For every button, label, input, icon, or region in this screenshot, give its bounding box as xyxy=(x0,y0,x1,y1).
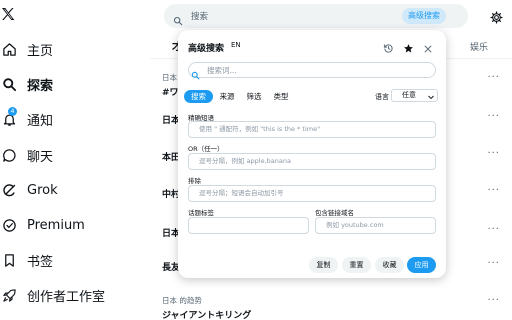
copy-button[interactable]: 复制 xyxy=(309,257,338,273)
exclude-label: 排除 xyxy=(188,177,201,185)
search-terms-placeholder: 搜索词... xyxy=(207,66,237,75)
home-icon xyxy=(0,40,18,58)
sidebar-item-label: Grok xyxy=(27,182,58,198)
sidebar-item-premium[interactable]: Premium xyxy=(0,213,140,237)
sidebar-item-chat[interactable]: 聊天 xyxy=(0,143,140,167)
x-logo-icon[interactable] xyxy=(0,6,18,24)
sidebar-item-grok[interactable]: Grok xyxy=(0,178,140,202)
chevron-down-icon xyxy=(428,93,434,100)
sidebar-item-explore[interactable]: 探索 xyxy=(0,72,140,96)
verified-icon xyxy=(0,216,18,234)
search-input[interactable]: 搜索 xyxy=(191,10,208,22)
sidebar-item-label: 通知 xyxy=(27,113,54,129)
bookmark-icon xyxy=(0,251,18,269)
rocket-icon xyxy=(0,286,18,304)
save-button[interactable]: 收藏 xyxy=(375,257,404,273)
grok-icon xyxy=(0,181,18,199)
search-icon xyxy=(191,65,200,80)
trend-item[interactable]: 日本 的趋势 ジャイアントキリング ··· xyxy=(162,295,512,320)
advanced-search-dialog: 高级搜索 EN 搜索词... 搜索 来源 筛选 类型 语言 任意 精确短语 使用… xyxy=(178,30,446,278)
tab-source[interactable]: 来源 xyxy=(215,90,239,103)
search-terms-input[interactable]: 搜索词... xyxy=(188,62,436,80)
sidebar-item-home[interactable]: 主页 xyxy=(0,37,140,61)
star-icon[interactable] xyxy=(403,39,415,53)
more-icon[interactable]: ··· xyxy=(487,224,500,235)
search-bar[interactable]: 搜索 高级搜索 xyxy=(164,4,468,28)
advanced-search-button[interactable]: 高级搜索 xyxy=(402,8,446,24)
sidebar-item-label: 创作者工作室 xyxy=(27,289,106,305)
search-icon xyxy=(173,11,183,26)
sidebar-item-label: Premium xyxy=(27,217,85,233)
tab-type[interactable]: 类型 xyxy=(269,90,293,103)
gear-icon[interactable] xyxy=(490,9,503,24)
close-icon[interactable] xyxy=(423,39,435,53)
sidebar-item-creator-studio[interactable]: 创作者工作室 xyxy=(0,283,140,307)
reset-button[interactable]: 重置 xyxy=(342,257,371,273)
sidebar-item-label: 聊天 xyxy=(27,149,54,165)
trend-meta: 日本 的趋势 xyxy=(162,296,202,305)
exclude-input[interactable]: 逗号分隔；短语会自动加引号 xyxy=(188,185,436,202)
history-icon[interactable] xyxy=(383,39,395,53)
sidebar-item-label: 主页 xyxy=(27,43,54,59)
more-icon[interactable]: ··· xyxy=(487,111,500,122)
dialog-title: 高级搜索 xyxy=(188,44,225,54)
more-icon[interactable]: ··· xyxy=(487,148,500,159)
more-icon[interactable]: ··· xyxy=(487,258,500,269)
trend-title: ジャイアントキリング xyxy=(162,311,252,320)
apply-button[interactable]: 应用 xyxy=(407,257,436,273)
language-toggle[interactable]: EN xyxy=(231,41,241,49)
bell-icon: 4 xyxy=(0,107,18,128)
tab-filter[interactable]: 筛选 xyxy=(242,90,266,103)
more-icon[interactable]: ··· xyxy=(487,295,500,306)
tab-entertainment[interactable]: 娱乐 xyxy=(470,40,488,53)
link-domain-label: 包含链接域名 xyxy=(315,209,354,217)
more-icon[interactable]: ··· xyxy=(487,72,500,83)
exact-phrase-input[interactable]: 使用 " 通配符，例如 "this is the * time" xyxy=(188,121,436,138)
or-input[interactable]: 逗号分隔，例如 apple,banana xyxy=(188,153,436,170)
hashtag-input[interactable] xyxy=(188,217,309,234)
hashtag-label: 话题标签 xyxy=(188,209,214,217)
sidebar-item-label: 书签 xyxy=(27,254,54,270)
notification-badge: 4 xyxy=(8,107,17,116)
language-value: 任意 xyxy=(402,91,416,99)
tab-search[interactable]: 搜索 xyxy=(184,90,213,103)
or-label: OR（任一） xyxy=(188,145,224,153)
sidebar: 主页 探索 4 通知 聊天 Grok Premium 书签 创作者工作室 xyxy=(0,0,150,320)
link-domain-input[interactable]: 例如 youtube.com xyxy=(315,217,436,234)
search-icon xyxy=(0,75,18,93)
language-select[interactable]: 任意 xyxy=(391,89,438,102)
sidebar-item-bookmarks[interactable]: 书签 xyxy=(0,248,140,272)
chat-bubble-icon xyxy=(0,146,18,164)
sidebar-item-label: 探索 xyxy=(27,78,54,94)
sidebar-item-notifications[interactable]: 4 通知 xyxy=(0,107,140,131)
more-icon[interactable]: ··· xyxy=(487,185,500,196)
language-label: 语言 xyxy=(375,93,389,101)
